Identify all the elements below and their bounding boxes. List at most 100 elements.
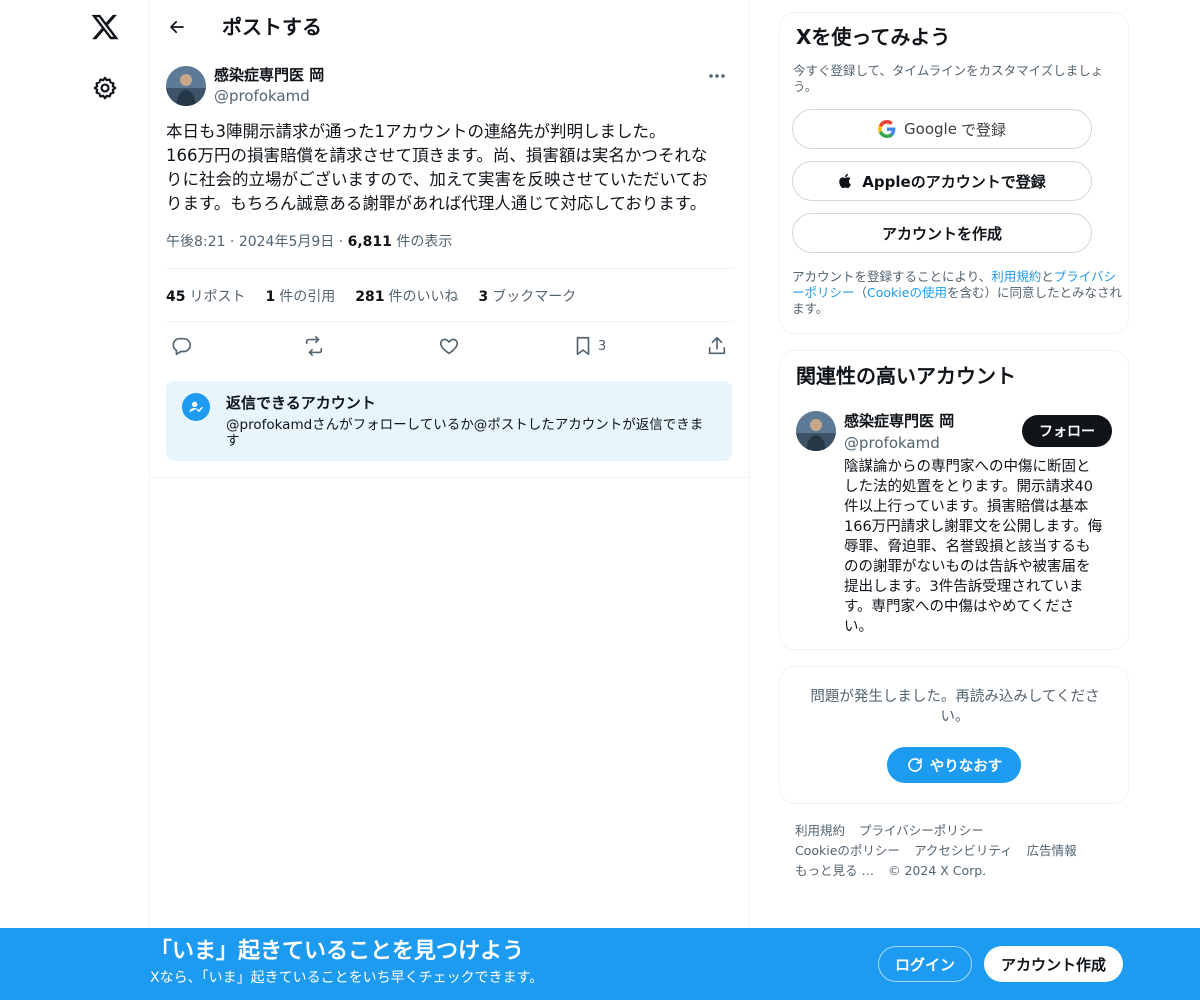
copyright: © 2024 X Corp.	[887, 863, 987, 878]
reply-restriction-box: 返信できるアカウント @profokamdさんがフォローしているか@ポストしたア…	[166, 381, 732, 461]
bio-line: 提出します。3件告訴受理されていま	[844, 579, 1084, 595]
main-column: ポストする 感染症専門医 岡 @profokamd 本日も3陣開示請求が通った1…	[149, 0, 750, 928]
x-logo-icon[interactable]	[90, 12, 120, 42]
likes-label: 件のいいね	[388, 289, 459, 305]
post-text-line: 本日も3陣開示請求が通った1アカウントの連絡先が判明しました。	[166, 122, 666, 141]
bio-line: 陰謀論からの専門家への中傷に断固と	[844, 459, 1091, 475]
quotes-label: 件の引用	[279, 289, 336, 305]
footer-privacy-link[interactable]: プライバシーポリシー	[859, 821, 984, 841]
apple-signup-button[interactable]: Appleのアカウントで登録	[792, 161, 1092, 201]
bio-line: のの謝罪がないものは告訴や被害届を	[844, 559, 1091, 575]
reply-icon[interactable]	[170, 330, 192, 362]
signup-title: Xを使ってみよう	[796, 25, 951, 49]
left-nav	[60, 0, 150, 928]
repost-icon[interactable]	[302, 330, 326, 362]
google-signup-button[interactable]: Google で登録	[792, 109, 1092, 149]
create-account-label: アカウントを作成	[881, 224, 1002, 243]
terms-and: と	[1041, 269, 1054, 284]
footer-cookie-link[interactable]: Cookieのポリシー	[795, 841, 900, 861]
google-label: Google	[904, 120, 957, 138]
avatar[interactable]	[796, 411, 836, 451]
quotes-count: 1	[265, 289, 276, 305]
likes-count: 281	[355, 289, 385, 305]
apple-label: Appleのアカウントで登録	[862, 172, 1046, 191]
quotes-stat[interactable]: 1 件の引用	[265, 286, 335, 306]
avatar[interactable]	[166, 66, 206, 106]
google-suffix: で登録	[960, 120, 1006, 139]
relevant-account-handle[interactable]: @profokamd	[844, 433, 940, 453]
bio-line: い。	[844, 619, 873, 635]
follow-button[interactable]: フォロー	[1022, 415, 1112, 447]
views-count: 6,811	[347, 234, 392, 250]
post-author: 感染症専門医 岡 @profokamd	[166, 64, 734, 108]
relevant-title: 関連性の高いアカウント	[796, 364, 1016, 388]
login-button[interactable]: ログイン	[878, 946, 972, 982]
create-account-button[interactable]: アカウントを作成	[792, 213, 1092, 253]
user-check-icon	[182, 393, 210, 421]
post-meta: 午後8:21 · 2024年5月9日 · 6,811 件の表示	[166, 232, 734, 252]
footer-more-link[interactable]: もっと見る …	[795, 861, 874, 881]
bio-line: 辱罪、脅迫罪、名誉毀損と該当するも	[844, 539, 1091, 555]
post-text-line: ります。もちろん誠意ある謝罪があれば代理人通じて対応しております。	[166, 194, 707, 213]
bottom-banner: 「いま」起きていることを見つけよう Xなら、「いま」起きていることをいち早くチェ…	[0, 928, 1200, 1000]
terms-link[interactable]: 利用規約	[991, 269, 1041, 284]
bio-line: 166万円請求し謝罪文を公開します。侮	[844, 519, 1103, 535]
divider	[150, 477, 750, 478]
bookmarks-count: 3	[478, 289, 489, 305]
post-text-line: りに社会的立場がございますので、加えて実害を反映させていただいてお	[166, 170, 709, 189]
post-date[interactable]: 2024年5月9日	[239, 234, 334, 250]
bio-line: 件以上行っています。損害賠償は基本	[844, 499, 1089, 515]
separator: ·	[338, 234, 344, 250]
more-options-icon[interactable]	[702, 66, 732, 86]
gear-icon[interactable]	[92, 75, 118, 101]
signup-terms: アカウントを登録することにより、利用規約とプライバシーポリシー（Cookieの使…	[792, 269, 1122, 317]
banner-title: 「いま」起きていることを見つけよう	[150, 939, 525, 964]
refresh-icon	[907, 758, 922, 772]
terms-prefix: アカウントを登録することにより、	[792, 269, 992, 284]
divider	[166, 268, 734, 269]
relevant-account-name[interactable]: 感染症専門医 岡	[844, 411, 954, 431]
separator: ·	[229, 234, 235, 250]
post-text: 本日も3陣開示請求が通った1アカウントの連絡先が判明しました。 166万円の損害…	[166, 120, 734, 216]
retry-label: やりなおす	[929, 758, 1003, 775]
bio-line: した法的処置をとります。開示請求40	[844, 479, 1093, 495]
post-text-line: 166万円の損害賠償を請求させて頂きます。尚、損害額は実名かつそれな	[166, 146, 708, 165]
reply-restriction-description: @profokamdさんがフォローしているか@ポストしたアカウントが返信できます	[226, 417, 704, 449]
reposts-stat[interactable]: 45 リポスト	[166, 286, 245, 306]
footer-terms-link[interactable]: 利用規約	[795, 821, 845, 841]
footer-links: 利用規約 プライバシーポリシー Cookieのポリシー アクセシビリティ 広告情…	[795, 821, 1115, 881]
footer-ads-link[interactable]: 広告情報	[1027, 841, 1077, 861]
cookie-link[interactable]: Cookieの使用	[867, 285, 947, 300]
views-label: 件の表示	[396, 234, 453, 250]
error-card: 問題が発生しました。再読み込みしてください。 やりなおす	[779, 666, 1129, 804]
relevant-accounts-card: 関連性の高いアカウント 感染症専門医 岡 @profokamd フォロー 陰謀論…	[779, 350, 1129, 650]
bookmark-icon	[576, 336, 590, 356]
page-title: ポストする	[222, 15, 322, 39]
bio-line: す。専門家への中傷はやめてくださ	[844, 599, 1075, 615]
likes-stat[interactable]: 281 件のいいね	[355, 286, 458, 306]
reposts-count: 45	[166, 289, 186, 305]
banner-subtitle: Xなら、「いま」起きていることをいち早くチェックできます。	[150, 970, 544, 986]
author-name[interactable]: 感染症専門医 岡	[214, 65, 324, 85]
post-time[interactable]: 午後8:21	[166, 234, 225, 250]
relevant-account-bio: 陰謀論からの専門家への中傷に断固と した法的処置をとります。開示請求40 件以上…	[844, 457, 1114, 637]
footer-accessibility-link[interactable]: アクセシビリティ	[914, 841, 1013, 861]
apple-icon	[839, 173, 852, 189]
post-stats: 45 リポスト 1 件の引用 281 件のいいね 3 ブックマーク	[166, 284, 576, 308]
post-actions: 3	[166, 330, 734, 362]
reposts-label: リポスト	[189, 289, 246, 305]
signup-card: Xを使ってみよう 今すぐ登録して、タイムラインをカスタマイズしましょう。 Goo…	[779, 12, 1129, 334]
heart-icon[interactable]	[438, 330, 460, 362]
author-handle[interactable]: @profokamd	[214, 86, 310, 106]
bookmarks-stat[interactable]: 3 ブックマーク	[478, 286, 576, 306]
retry-button[interactable]: やりなおす	[887, 747, 1021, 783]
reply-restriction-title: 返信できるアカウント	[226, 394, 376, 412]
bookmark-count: 3	[598, 338, 607, 354]
share-icon[interactable]	[706, 330, 728, 362]
signup-button[interactable]: アカウント作成	[984, 946, 1123, 982]
google-icon	[878, 120, 896, 138]
arrow-left-icon[interactable]	[164, 14, 190, 40]
terms-open: （	[854, 285, 868, 300]
page-header: ポストする	[150, 0, 750, 54]
bookmark-button[interactable]: 3	[572, 330, 606, 362]
